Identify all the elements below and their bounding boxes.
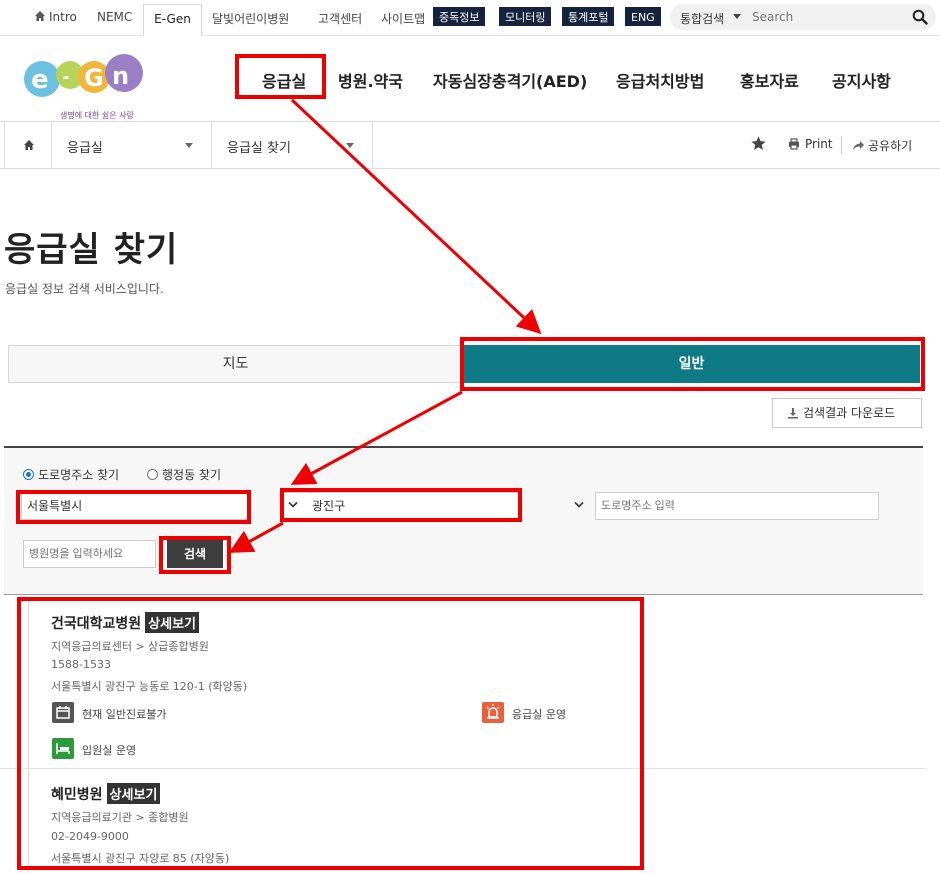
chevron-down-icon	[346, 143, 354, 148]
detail-view-button[interactable]: 상세보기	[106, 783, 161, 804]
tab-general[interactable]: 일반	[463, 345, 920, 383]
moonlight-hospital-link[interactable]: 달빛어린이병원	[212, 10, 289, 27]
status-er-operating-label: 응급실 운영	[512, 708, 567, 721]
search-button[interactable]: 검색	[167, 540, 223, 568]
breadcrumb-level2-label: 응급실 찾기	[227, 141, 291, 156]
eng-link[interactable]: ENG	[625, 7, 661, 26]
bed-icon	[52, 738, 74, 759]
breadcrumb-level1-dropdown[interactable]: 응급실	[52, 122, 212, 169]
printer-icon	[789, 138, 799, 150]
result-hospital-address: 서울특별시 광진구 자양로 85 (자양동)	[51, 852, 230, 865]
result-hospital-name-text: 건국대학교병원	[51, 616, 142, 632]
gnb-hospital-pharmacy[interactable]: 병원.약국	[338, 68, 403, 92]
gnb-notice[interactable]: 공지사항	[832, 68, 891, 92]
star-icon[interactable]	[750, 135, 767, 152]
search-input[interactable]	[752, 8, 902, 26]
result-hospital-type: 지역응급의료기관 > 종합병원	[51, 811, 189, 824]
svg-text:n: n	[112, 62, 129, 90]
result-hospital-phone: 02-2049-9000	[51, 830, 129, 843]
svg-text:G: G	[84, 64, 104, 92]
share-icon	[853, 141, 864, 151]
result-hospital-name-text: 혜민병원	[51, 787, 103, 803]
calendar-icon	[52, 702, 74, 723]
search-type-select[interactable]: 통합검색	[680, 10, 724, 27]
radio-checked	[23, 469, 34, 480]
breadcrumb-level1-label: 응급실	[67, 141, 103, 156]
print-button[interactable]: Print	[788, 137, 833, 151]
chevron-down-icon[interactable]	[574, 501, 584, 509]
gnb-aed[interactable]: 자동심장충격기(AED)	[433, 68, 587, 92]
download-results-label: 검색결과 다운로드	[803, 406, 896, 420]
radio-road-address-label: 도로명주소 찾기	[38, 468, 120, 482]
siren-icon	[482, 702, 504, 723]
nemc-link[interactable]: NEMC	[97, 10, 132, 24]
egen-tab[interactable]: E-Gen	[143, 4, 202, 36]
download-icon	[788, 408, 798, 419]
radio-admin-dong-label: 행정동 찾기	[162, 468, 222, 482]
result-hospital-name[interactable]: 건국대학교병원 상세보기	[51, 612, 200, 633]
svg-text:-: -	[62, 67, 69, 88]
stats-portal-link[interactable]: 통계포털	[562, 7, 615, 26]
poison-info-link[interactable]: 중독정보	[433, 7, 486, 26]
home-icon[interactable]	[34, 10, 46, 22]
result-item-1: 건국대학교병원 상세보기 지역응급의료센터 > 상급종합병원 1588-1533 …	[28, 600, 923, 768]
share-button[interactable]: 공유하기	[852, 137, 912, 154]
svg-text:e: e	[31, 65, 49, 95]
download-results-button[interactable]: 검색결과 다운로드	[772, 398, 922, 428]
city-select[interactable]: 서울특별시	[21, 492, 249, 520]
search-icon[interactable]	[912, 9, 928, 25]
radio-admin-dong[interactable]: 행정동 찾기	[147, 466, 221, 483]
breadcrumb: 응급실 응급실 찾기 Print 공유하기	[0, 122, 940, 169]
egen-logo-mark: e - G n	[24, 54, 143, 97]
radio-road-address[interactable]: 도로명주소 찾기	[23, 466, 119, 483]
road-address-input[interactable]	[595, 492, 879, 520]
gnb-emergency-room[interactable]: 응급실	[262, 68, 306, 92]
print-label: Print	[805, 137, 833, 151]
chevron-down-icon	[185, 143, 193, 148]
radio-unchecked	[147, 469, 158, 480]
customer-center-link[interactable]: 고객센터	[318, 10, 362, 27]
chevron-down-icon	[288, 501, 298, 508]
logo-tagline: 생명에 대한 쉼은 사랑	[60, 111, 134, 120]
monitoring-link[interactable]: 모니터링	[499, 7, 552, 26]
home-icon	[24, 140, 34, 150]
result-hospital-address: 서울특별시 광진구 능동로 120-1 (화양동)	[51, 680, 248, 693]
district-select[interactable]: 광진구	[283, 492, 519, 520]
hospital-name-input[interactable]	[23, 540, 156, 568]
result-hospital-type: 지역응급의료센터 > 상급종합병원	[51, 640, 209, 653]
egen-logo[interactable]: e - G n 생명에 대한 쉼은 사랑	[22, 51, 148, 120]
utility-bar: Intro NEMC E-Gen 달빛어린이병원 고객센터 사이트맵 중독정보 …	[0, 0, 940, 36]
site-header: e - G n 생명에 대한 쉼은 사랑 응급실 병원.약국 자동심장충격기(A…	[0, 37, 940, 122]
page-description: 응급실 정보 검색 서비스입니다.	[5, 282, 164, 296]
page-title: 응급실 찾기	[4, 230, 179, 270]
integrated-search: 통합검색	[670, 4, 936, 30]
gnb-promotion[interactable]: 홍보자료	[740, 68, 799, 92]
result-hospital-name[interactable]: 혜민병원 상세보기	[51, 783, 161, 804]
detail-view-button[interactable]: 상세보기	[145, 612, 200, 633]
intro-link[interactable]: Intro	[49, 10, 77, 24]
sitemap-link[interactable]: 사이트맵	[381, 10, 425, 27]
share-label: 공유하기	[868, 139, 913, 153]
district-select-value: 광진구	[312, 499, 346, 513]
result-hospital-phone: 1588-1533	[51, 658, 111, 671]
search-panel	[4, 446, 923, 595]
result-item-2: 혜민병원 상세보기 지역응급의료기관 > 종합병원 02-2049-9000 서울…	[28, 769, 923, 869]
breadcrumb-home[interactable]	[4, 122, 52, 169]
chevron-down-icon	[733, 14, 741, 19]
breadcrumb-level2-dropdown[interactable]: 응급실 찾기	[212, 122, 373, 169]
status-ward-operating-label: 입원실 운영	[82, 744, 137, 757]
divider	[841, 136, 842, 154]
status-general-care-label: 현재 일반진료불가	[82, 708, 167, 721]
gnb-first-aid[interactable]: 응급처치방법	[616, 68, 704, 92]
tab-map[interactable]: 지도	[8, 345, 463, 383]
